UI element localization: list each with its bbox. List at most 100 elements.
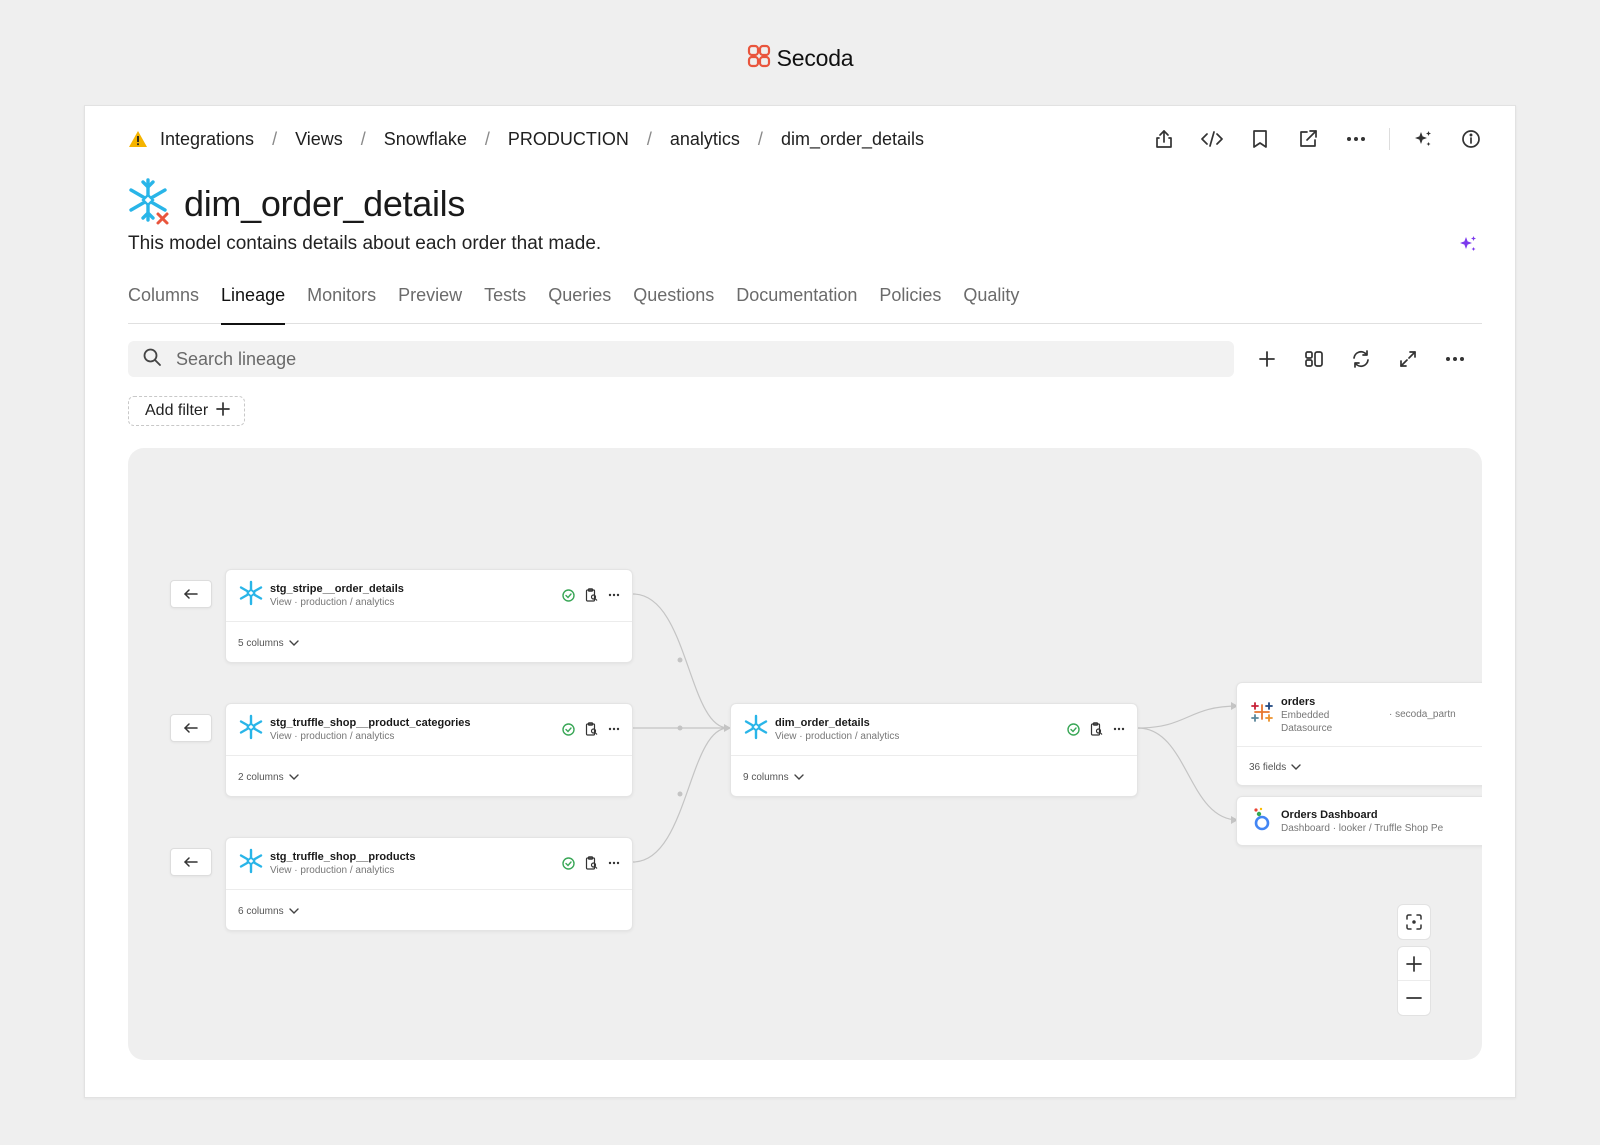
expand-icon[interactable]: [1397, 346, 1419, 372]
tab-monitors[interactable]: Monitors: [307, 282, 376, 324]
more-icon[interactable]: [608, 727, 620, 731]
tab-preview[interactable]: Preview: [398, 282, 462, 324]
tab-columns[interactable]: Columns: [128, 282, 199, 324]
expand-upstream-button[interactable]: [170, 580, 212, 608]
expand-upstream-button[interactable]: [170, 848, 212, 876]
node-header: dim_order_details View · production / an…: [731, 704, 1137, 756]
node-fields-toggle[interactable]: 36 fields: [1237, 747, 1482, 787]
tab-lineage[interactable]: Lineage: [221, 282, 286, 325]
tab-quality[interactable]: Quality: [963, 282, 1019, 324]
chevron-down-icon: [1291, 764, 1301, 770]
ai-sparkle-icon[interactable]: [1412, 128, 1434, 150]
chevron-down-icon: [288, 640, 299, 646]
node-header: orders Embedded Datasource · secoda_part…: [1237, 683, 1482, 747]
node-name[interactable]: orders: [1281, 696, 1332, 708]
node-name[interactable]: Orders Dashboard: [1281, 809, 1443, 821]
breadcrumb-separator: /: [272, 128, 278, 149]
node-text: stg_truffle_shop__products View · produc…: [270, 851, 415, 876]
chevron-down-icon: [793, 774, 804, 780]
status-check-icon: [562, 722, 575, 736]
node-name[interactable]: stg_truffle_shop__product_categories: [270, 717, 471, 729]
title-row: dim_order_details: [128, 176, 465, 231]
lineage-node-upstream[interactable]: stg_stripe__order_details View · product…: [225, 569, 633, 663]
node-header: stg_stripe__order_details View · product…: [226, 570, 632, 622]
breadcrumb-item-integrations[interactable]: Integrations: [158, 129, 256, 150]
looker-icon: [1249, 806, 1275, 837]
node-header: Orders Dashboard Dashboard · looker / Tr…: [1237, 797, 1482, 845]
zoom-out-button[interactable]: [1398, 981, 1430, 1015]
more-icon[interactable]: [608, 593, 620, 597]
tableau-icon: [1249, 699, 1275, 730]
node-columns-count: 5 columns: [238, 637, 284, 649]
main-card: Integrations / Views / Snowflake / PRODU…: [84, 105, 1516, 1098]
tab-documentation[interactable]: Documentation: [736, 282, 857, 324]
info-icon[interactable]: [1460, 128, 1482, 150]
clipboard-search-icon[interactable]: [585, 722, 598, 736]
lineage-search-box: [128, 341, 1234, 377]
tab-questions[interactable]: Questions: [633, 282, 714, 324]
more-icon[interactable]: [1345, 128, 1367, 150]
lineage-node-downstream[interactable]: Orders Dashboard Dashboard · looker / Tr…: [1236, 796, 1482, 846]
zoom-in-button[interactable]: [1398, 947, 1430, 981]
more-icon[interactable]: [1113, 727, 1125, 731]
layout-icon[interactable]: [1303, 346, 1325, 372]
node-columns-count: 6 columns: [238, 905, 284, 917]
breadcrumb-item-production[interactable]: PRODUCTION: [506, 129, 631, 150]
node-columns-toggle[interactable]: 2 columns: [226, 756, 632, 798]
tab-policies[interactable]: Policies: [879, 282, 941, 324]
clipboard-search-icon[interactable]: [585, 588, 598, 602]
add-icon[interactable]: [1256, 346, 1278, 372]
tab-queries[interactable]: Queries: [548, 282, 611, 324]
header-actions: [1153, 128, 1482, 150]
tab-tests[interactable]: Tests: [484, 282, 526, 324]
expand-upstream-button[interactable]: [170, 714, 212, 742]
node-actions: [562, 856, 620, 870]
node-subtitle: View · production / analytics: [270, 731, 395, 742]
lineage-canvas[interactable]: stg_stripe__order_details View · product…: [128, 448, 1482, 1060]
fit-view-button[interactable]: [1397, 904, 1431, 940]
breadcrumb-item-analytics[interactable]: analytics: [668, 129, 742, 150]
breadcrumb-item-views[interactable]: Views: [293, 129, 345, 150]
zoom-in-icon: [1406, 955, 1422, 972]
brand-header: Secoda: [0, 44, 1600, 73]
refresh-icon[interactable]: [1350, 346, 1372, 372]
node-subtitle-line2: Datasource: [1281, 722, 1333, 734]
node-columns-toggle[interactable]: 9 columns: [731, 756, 1137, 798]
snowflake-icon: [238, 714, 264, 745]
lineage-node-upstream[interactable]: stg_truffle_shop__products View · produc…: [225, 837, 633, 931]
arrow-left-icon: [184, 857, 198, 867]
lineage-node-downstream[interactable]: orders Embedded Datasource · secoda_part…: [1236, 682, 1482, 786]
breadcrumb-separator: /: [360, 128, 366, 149]
node-name[interactable]: stg_truffle_shop__products: [270, 851, 415, 863]
code-icon[interactable]: [1201, 128, 1223, 150]
lineage-node-upstream[interactable]: stg_truffle_shop__product_categories Vie…: [225, 703, 633, 797]
page-description[interactable]: This model contains details about each o…: [128, 233, 601, 255]
breadcrumb-item-snowflake[interactable]: Snowflake: [382, 129, 469, 150]
warning-triangle-icon[interactable]: [128, 130, 148, 148]
breadcrumb-separator: /: [646, 128, 652, 149]
node-columns-toggle[interactable]: 6 columns: [226, 890, 632, 932]
clipboard-search-icon[interactable]: [1090, 722, 1103, 736]
clipboard-search-icon[interactable]: [585, 856, 598, 870]
bookmark-icon[interactable]: [1249, 128, 1271, 150]
add-filter-label: Add filter: [145, 402, 209, 419]
brand-name: Secoda: [776, 45, 854, 71]
node-name[interactable]: stg_stripe__order_details: [270, 583, 404, 595]
add-filter-button[interactable]: Add filter: [128, 396, 246, 426]
node-columns-toggle[interactable]: 5 columns: [226, 622, 632, 664]
node-fields-count: 36 fields: [1249, 761, 1287, 773]
more-icon[interactable]: [1444, 346, 1466, 372]
chevron-down-icon: [288, 908, 299, 914]
share-icon[interactable]: [1153, 128, 1175, 150]
search-input[interactable]: [176, 348, 1076, 370]
lineage-toolbar: [1256, 346, 1466, 372]
breadcrumb-separator: /: [757, 128, 763, 149]
lineage-node-current[interactable]: dim_order_details View · production / an…: [730, 703, 1138, 797]
secoda-logo-icon: [747, 44, 771, 73]
more-icon[interactable]: [608, 861, 620, 865]
breadcrumb-item-current[interactable]: dim_order_details: [779, 129, 926, 150]
node-name[interactable]: dim_order_details: [775, 717, 899, 729]
external-link-icon[interactable]: [1297, 128, 1319, 150]
edge-downstream-1: [1137, 705, 1239, 729]
ai-sparkle-icon[interactable]: [1458, 234, 1478, 259]
